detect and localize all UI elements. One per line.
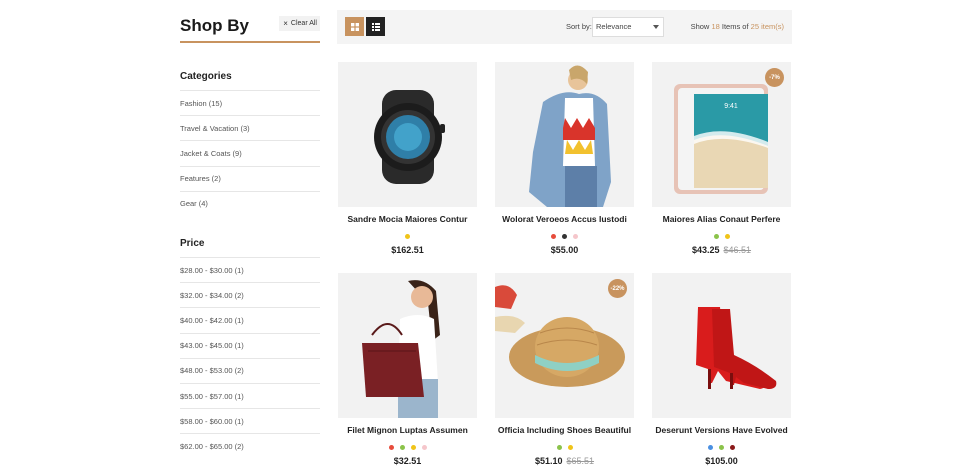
color-swatches <box>495 234 634 239</box>
discount-badge: -7% <box>765 68 784 87</box>
price-list: $28.00 - $30.00 (1) $32.00 - $34.00 (2) … <box>180 257 320 459</box>
category-item[interactable]: Fashion (15) <box>180 90 320 115</box>
product-price: $43.25 <box>691 245 720 255</box>
product-prices: $162.51 <box>338 245 477 255</box>
color-swatch[interactable] <box>724 234 730 239</box>
color-swatch[interactable] <box>713 234 719 239</box>
color-swatch[interactable] <box>421 445 427 450</box>
product-name[interactable]: Filet Mignon Luptas Assumen <box>328 425 487 435</box>
color-swatch[interactable] <box>399 445 405 450</box>
close-icon: × <box>283 19 288 28</box>
product-name[interactable]: Sandre Mocia Maiores Contur <box>328 214 487 224</box>
product-image[interactable] <box>338 273 477 418</box>
color-swatch[interactable] <box>730 445 735 450</box>
product-toolbar: Sort by: Relevance Show 18 Items of 25 i… <box>337 10 792 44</box>
color-swatch[interactable] <box>405 234 410 239</box>
category-item[interactable]: Gear (4) <box>180 190 320 216</box>
show-middle: Items of <box>721 22 749 31</box>
product-prices: $105.00 <box>652 456 791 466</box>
color-swatch[interactable] <box>410 445 416 450</box>
color-swatch[interactable] <box>567 445 573 450</box>
discount-badge: -22% <box>608 279 627 298</box>
price-range-item[interactable]: $43.00 - $45.00 (1) <box>180 332 320 358</box>
clear-all-button[interactable]: × Clear All <box>279 16 320 31</box>
categories-list: Fashion (15) Travel & Vacation (3) Jacke… <box>180 90 320 216</box>
product-card[interactable]: Filet Mignon Luptas Assumen $32.51 <box>338 273 477 466</box>
product-name[interactable]: Wolorat Veroeos Accus Iustodi <box>485 214 644 224</box>
product-name[interactable]: Deserunt Versions Have Evolved <box>642 425 801 435</box>
product-card[interactable]: Wolorat Veroeos Accus Iustodi $55.00 <box>495 62 634 255</box>
color-swatch[interactable] <box>708 445 713 450</box>
grid-view-icon <box>350 22 359 31</box>
product-name[interactable]: Maiores Alias Conaut Perfere <box>642 214 801 224</box>
color-swatch[interactable] <box>556 445 562 450</box>
product-card[interactable]: 9:41 -7% Maiores Alias Conaut Perfere $4… <box>652 62 791 255</box>
product-card[interactable]: Deserunt Versions Have Evolved $105.00 <box>652 273 791 466</box>
product-image[interactable] <box>495 62 634 207</box>
show-prefix: Show <box>690 22 710 31</box>
product-card[interactable]: -22% Officia Including Shoes Beautiful $… <box>495 273 634 466</box>
chevron-down-icon <box>653 25 659 29</box>
color-swatch[interactable] <box>573 234 578 239</box>
product-price: $32.51 <box>393 456 422 466</box>
denim-jacket-model-image <box>529 65 611 207</box>
color-swatches <box>652 234 791 239</box>
product-card[interactable]: Sandre Mocia Maiores Contur $162.51 <box>338 62 477 255</box>
sort-select[interactable]: Relevance <box>592 17 664 37</box>
items-count: Show 18 Items of 25 item(s) <box>691 22 784 31</box>
product-prices: $43.25 $46.51 <box>652 245 791 255</box>
old-price: $46.51 <box>723 245 752 255</box>
show-total: 25 item(s) <box>750 22 784 31</box>
clear-all-label: Clear All <box>290 20 317 27</box>
price-range-item[interactable]: $48.00 - $53.00 (2) <box>180 357 320 383</box>
shop-by-title: Shop By <box>180 16 249 35</box>
price-range-item[interactable]: $58.00 - $60.00 (1) <box>180 408 320 433</box>
product-price: $105.00 <box>705 456 738 466</box>
color-swatches <box>338 445 477 450</box>
product-image[interactable]: -22% <box>495 273 634 418</box>
svg-text:9:41: 9:41 <box>724 103 738 110</box>
product-prices: $51.10 $65.51 <box>495 456 634 466</box>
price-range-item[interactable]: $40.00 - $42.00 (1) <box>180 307 320 332</box>
grid-view-button[interactable] <box>345 17 364 36</box>
product-image[interactable] <box>652 273 791 418</box>
list-view-icon <box>371 22 380 31</box>
product-image[interactable] <box>338 62 477 207</box>
product-name[interactable]: Officia Including Shoes Beautiful <box>485 425 644 435</box>
color-swatch[interactable] <box>551 234 556 239</box>
old-price: $65.51 <box>566 456 595 466</box>
red-boots-image <box>696 307 777 389</box>
color-swatches <box>652 445 791 450</box>
color-swatch[interactable] <box>562 234 567 239</box>
color-swatches <box>338 234 477 239</box>
list-view-button[interactable] <box>366 17 385 36</box>
price-title: Price <box>180 238 205 249</box>
product-price: $162.51 <box>391 245 424 255</box>
filter-sidebar: Shop By × Clear All Categories Fashion (… <box>180 0 320 451</box>
handbag-model-image <box>362 280 440 418</box>
color-swatches <box>495 445 634 450</box>
product-price: $51.10 <box>534 456 563 466</box>
shop-by-header: Shop By × Clear All <box>180 0 320 43</box>
color-swatch[interactable] <box>719 445 724 450</box>
category-item[interactable]: Jacket & Coats (9) <box>180 140 320 165</box>
sort-label: Sort by: <box>566 22 592 31</box>
show-count: 18 <box>711 22 720 31</box>
product-price: $55.00 <box>550 245 579 255</box>
category-item[interactable]: Features (2) <box>180 165 320 191</box>
color-swatch[interactable] <box>388 445 394 450</box>
price-range-item[interactable]: $32.00 - $34.00 (2) <box>180 282 320 307</box>
product-image[interactable]: 9:41 -7% <box>652 62 791 207</box>
price-range-item[interactable]: $55.00 - $57.00 (1) <box>180 382 320 408</box>
price-range-item[interactable]: $28.00 - $30.00 (1) <box>180 257 320 282</box>
product-prices: $55.00 <box>495 245 634 255</box>
categories-title: Categories <box>180 71 232 82</box>
smartwatch-image <box>374 90 445 184</box>
sort-value: Relevance <box>596 22 632 31</box>
category-item[interactable]: Travel & Vacation (3) <box>180 115 320 140</box>
product-prices: $32.51 <box>338 456 477 466</box>
price-range-item[interactable]: $62.00 - $65.00 (2) <box>180 433 320 458</box>
